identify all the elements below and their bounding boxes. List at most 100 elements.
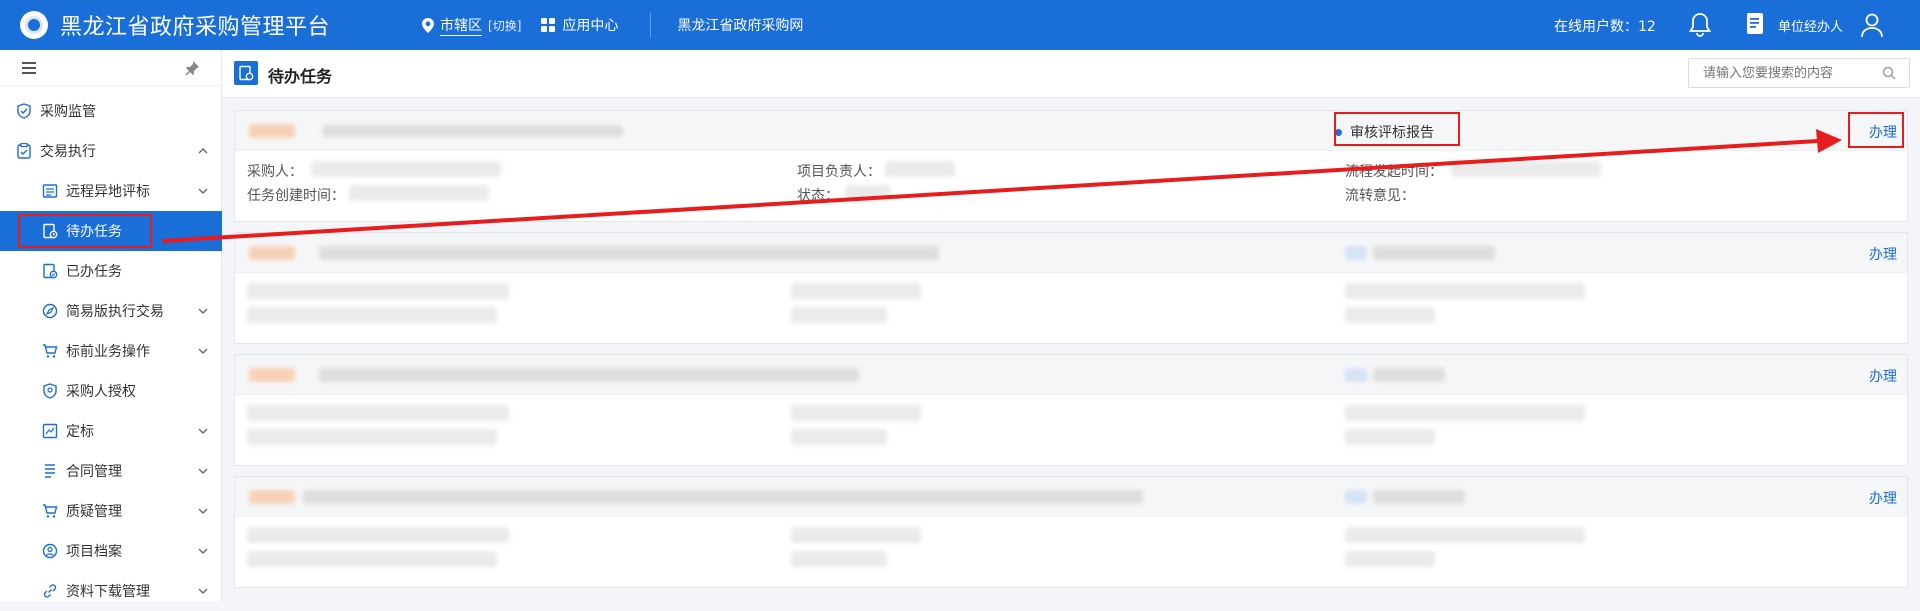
redacted-row [1345, 307, 1435, 323]
redacted-row [791, 283, 921, 299]
redacted-row [1345, 429, 1435, 445]
user-avatar-icon[interactable] [1860, 12, 1884, 38]
sidebar-item-award[interactable]: 定标 [0, 411, 222, 451]
task-created-time-label: 任务创建时间： [247, 188, 345, 204]
flow-opinion-label: 流转意见： [1345, 188, 1415, 204]
chevron-down-icon [198, 188, 208, 194]
chevron-down-icon [198, 428, 208, 434]
sidebar-item-purchaser-auth[interactable]: 采购人授权 [0, 371, 222, 411]
redacted-project-name [303, 490, 1143, 504]
redacted-row [247, 307, 497, 323]
shield-user-icon [43, 383, 57, 399]
redacted-tag [249, 124, 295, 138]
sidebar-item-trade-execution[interactable]: 交易执行 [0, 131, 222, 171]
redacted-status-dot [1345, 246, 1367, 260]
award-doc-icon [42, 423, 58, 439]
sidebar-item-pre-bid[interactable]: 标前业务操作 [0, 331, 222, 371]
contract-list-icon [45, 464, 55, 478]
app-title: 黑龙江省政府采购管理平台 [60, 15, 331, 40]
chevron-down-icon [198, 308, 208, 314]
task-card-header: 办理 [235, 233, 1907, 273]
search-input[interactable] [1688, 58, 1910, 88]
app-grid-icon [541, 18, 556, 32]
redacted-state [845, 185, 891, 201]
redacted-row [1345, 551, 1435, 567]
redacted-status [1373, 490, 1465, 504]
task-card: 办理 [234, 354, 1908, 466]
sidebar-item-simple-trade[interactable]: 简易版执行交易 [0, 291, 222, 331]
redacted-row [791, 527, 921, 543]
redacted-row [1345, 283, 1585, 299]
user-name[interactable]: 单位经办人 [1778, 16, 1843, 35]
redacted-row [247, 429, 497, 445]
procurement-site-link[interactable]: 黑龙江省政府采购网 [677, 15, 803, 35]
redacted-status-dot [1345, 490, 1367, 504]
highlight-box-handle [1848, 112, 1904, 148]
sidebar-item-completed-tasks[interactable]: 已办任务 [0, 251, 222, 291]
task-card: 办理 [234, 232, 1908, 344]
chevron-down-icon [198, 508, 208, 514]
sidebar-item-remote-evaluation[interactable]: 远程异地评标 [0, 171, 222, 211]
pin-icon[interactable] [185, 60, 199, 75]
task-card-header: 办理 [235, 355, 1907, 395]
redacted-status [1373, 368, 1445, 382]
top-bar: 黑龙江省政府采购管理平台 市辖区 [切换] 应用中心 黑龙江省政府采购网 在线用… [0, 0, 1920, 50]
redacted-row [791, 551, 887, 567]
redacted-row [791, 405, 921, 421]
sidebar-item-contract[interactable]: 合同管理 [0, 451, 222, 491]
region-selector[interactable]: 市辖区 [切换] [422, 15, 521, 36]
header-divider [650, 13, 652, 37]
cart-question-icon [43, 504, 58, 518]
redacted-tag [249, 490, 295, 504]
redacted-row [1345, 405, 1585, 421]
chevron-down-icon [198, 348, 208, 354]
redacted-row [247, 405, 509, 421]
state-label: 状态： [797, 188, 839, 204]
redacted-flow-time [1451, 161, 1601, 177]
flow-start-time-label: 流程发起时间： [1345, 164, 1443, 180]
clipboard-icon [17, 143, 31, 159]
highlight-box-pending-tasks [18, 214, 152, 248]
sidebar-item-project-archive[interactable]: 项目档案 [0, 531, 222, 571]
redacted-created-time [349, 185, 489, 201]
redacted-project-name [319, 368, 859, 382]
redacted-manager [885, 161, 955, 177]
chevron-down-icon [198, 588, 208, 594]
sidebar-item-procurement-supervision[interactable]: 采购监管 [0, 91, 222, 131]
chevron-down-icon [198, 468, 208, 474]
user-circle-icon [42, 543, 58, 559]
app-center-button[interactable]: 应用中心 [541, 15, 618, 35]
handle-button[interactable]: 办理 [1869, 244, 1897, 264]
project-manager-label: 项目负责人： [797, 164, 881, 180]
sidebar-item-download[interactable]: 资料下载管理 [0, 571, 222, 611]
compass-icon [42, 303, 58, 319]
region-switch-link[interactable]: [切换] [488, 17, 521, 34]
page-header: 待办任务 [222, 50, 1920, 98]
redacted-status [1373, 246, 1495, 260]
search-icon[interactable] [1882, 66, 1896, 80]
highlight-box-status [1334, 112, 1460, 146]
redacted-row [791, 429, 887, 445]
redacted-project-name [319, 246, 939, 260]
handle-button[interactable]: 办理 [1869, 366, 1897, 386]
task-card-header: 审核评标报告 办理 [235, 111, 1907, 151]
done-doc-icon [43, 263, 58, 279]
handle-button[interactable]: 办理 [1869, 488, 1897, 508]
app-center-label: 应用中心 [562, 18, 619, 34]
redacted-project-name [323, 125, 623, 137]
menu-toggle-icon[interactable] [22, 61, 36, 74]
task-card: 办理 [234, 476, 1908, 588]
chevron-up-icon [198, 148, 208, 154]
bell-icon[interactable] [1688, 12, 1712, 38]
redacted-tag [249, 368, 295, 382]
link-icon [43, 584, 57, 598]
user-document-icon [1747, 13, 1763, 34]
location-pin-icon [422, 17, 435, 33]
task-card-header: 办理 [235, 477, 1907, 517]
page-title: 待办任务 [268, 67, 333, 86]
pending-task-tile-icon [234, 61, 258, 85]
sidebar-item-query[interactable]: 质疑管理 [0, 491, 222, 531]
redacted-row [247, 551, 497, 567]
shield-check-icon [17, 103, 31, 119]
task-card-fields: 采购人： 项目负责人： 流程发起时间： 任务创建时间： 状态： 流转意见： [235, 151, 1907, 219]
